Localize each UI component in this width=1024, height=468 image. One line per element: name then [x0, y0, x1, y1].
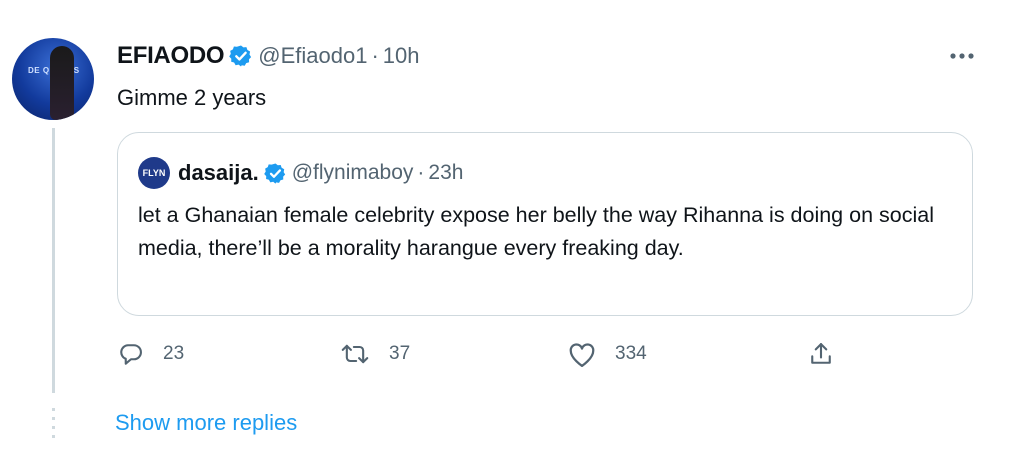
like-icon [567, 340, 597, 368]
show-more-replies-link[interactable]: Show more replies [115, 410, 297, 436]
retweet-count: 37 [389, 343, 411, 364]
thread-dots [52, 408, 55, 442]
quoted-author-handle[interactable]: @flynimaboy [292, 161, 414, 185]
tweet-text: Gimme 2 years [117, 85, 267, 110]
like-button[interactable]: 334 [567, 340, 647, 368]
verified-badge-icon [263, 162, 287, 185]
like-count: 334 [615, 343, 647, 364]
quoted-tweet-text: let a Ghanaian female celebrity expose h… [138, 203, 934, 260]
quoted-tweet-card[interactable]: FLYN dasaija. @flynimaboy · 23h let a Gh… [117, 132, 973, 316]
separator-dot: · [417, 161, 425, 184]
quoted-author-avatar[interactable]: FLYN [138, 157, 170, 189]
author-name[interactable]: EFIAODO [117, 42, 225, 70]
share-icon [807, 340, 835, 368]
quoted-tweet-header: FLYN dasaija. @flynimaboy · 23h [138, 157, 463, 189]
retweet-button[interactable]: 37 [339, 340, 410, 368]
thread-line [52, 128, 55, 393]
verified-badge-icon [229, 44, 253, 68]
author-handle[interactable]: @Efiaodo1 [258, 43, 367, 69]
tweet-time[interactable]: 10h [383, 43, 420, 69]
author-avatar[interactable]: DE QUEENS [12, 38, 94, 120]
more-options-icon[interactable] [946, 44, 978, 68]
reply-icon [117, 340, 145, 368]
tweet-actions: 23 37 334 [117, 340, 857, 376]
tweet-header: EFIAODO @Efiaodo1 · 10h [117, 42, 419, 70]
avatar-figure [50, 46, 74, 120]
reply-count: 23 [163, 343, 185, 364]
quoted-tweet-time[interactable]: 23h [428, 161, 463, 185]
reply-button[interactable]: 23 [117, 340, 184, 368]
separator-dot: · [371, 43, 379, 68]
quoted-author-name[interactable]: dasaija. [178, 160, 259, 186]
share-button[interactable] [807, 340, 835, 368]
retweet-icon [339, 340, 371, 368]
